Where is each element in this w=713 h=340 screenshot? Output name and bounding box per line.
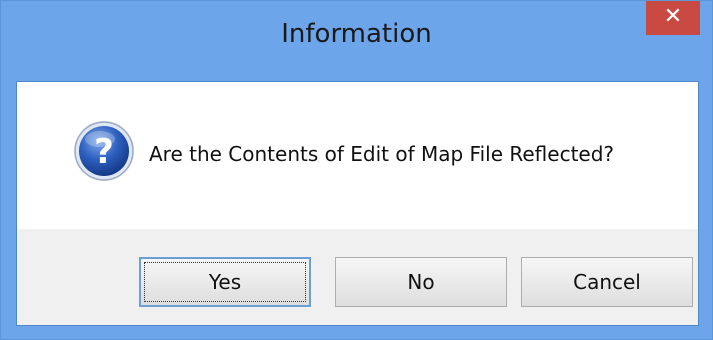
focus-rectangle [144, 262, 306, 302]
dialog-message: Are the Contents of Edit of Map File Ref… [149, 142, 615, 166]
close-button[interactable]: ✕ [646, 1, 700, 35]
svg-text:?: ? [94, 132, 114, 172]
question-icon: ? [74, 121, 134, 181]
dialog-body: ? Are the Contents of Edit of Map File R… [16, 81, 699, 326]
message-area: ? Are the Contents of Edit of Map File R… [17, 82, 698, 229]
yes-button[interactable]: Yes [139, 257, 311, 307]
no-button-label: No [407, 270, 435, 294]
button-bar: Yes No Cancel [17, 229, 698, 325]
window-title: Information [281, 19, 432, 49]
no-button[interactable]: No [335, 257, 507, 307]
cancel-button-label: Cancel [573, 270, 641, 294]
close-icon: ✕ [663, 4, 683, 29]
cancel-button[interactable]: Cancel [521, 257, 693, 307]
information-dialog: Information ✕ ? Are the Contents of Edit… [0, 0, 713, 340]
title-bar[interactable]: Information ✕ [1, 1, 712, 81]
